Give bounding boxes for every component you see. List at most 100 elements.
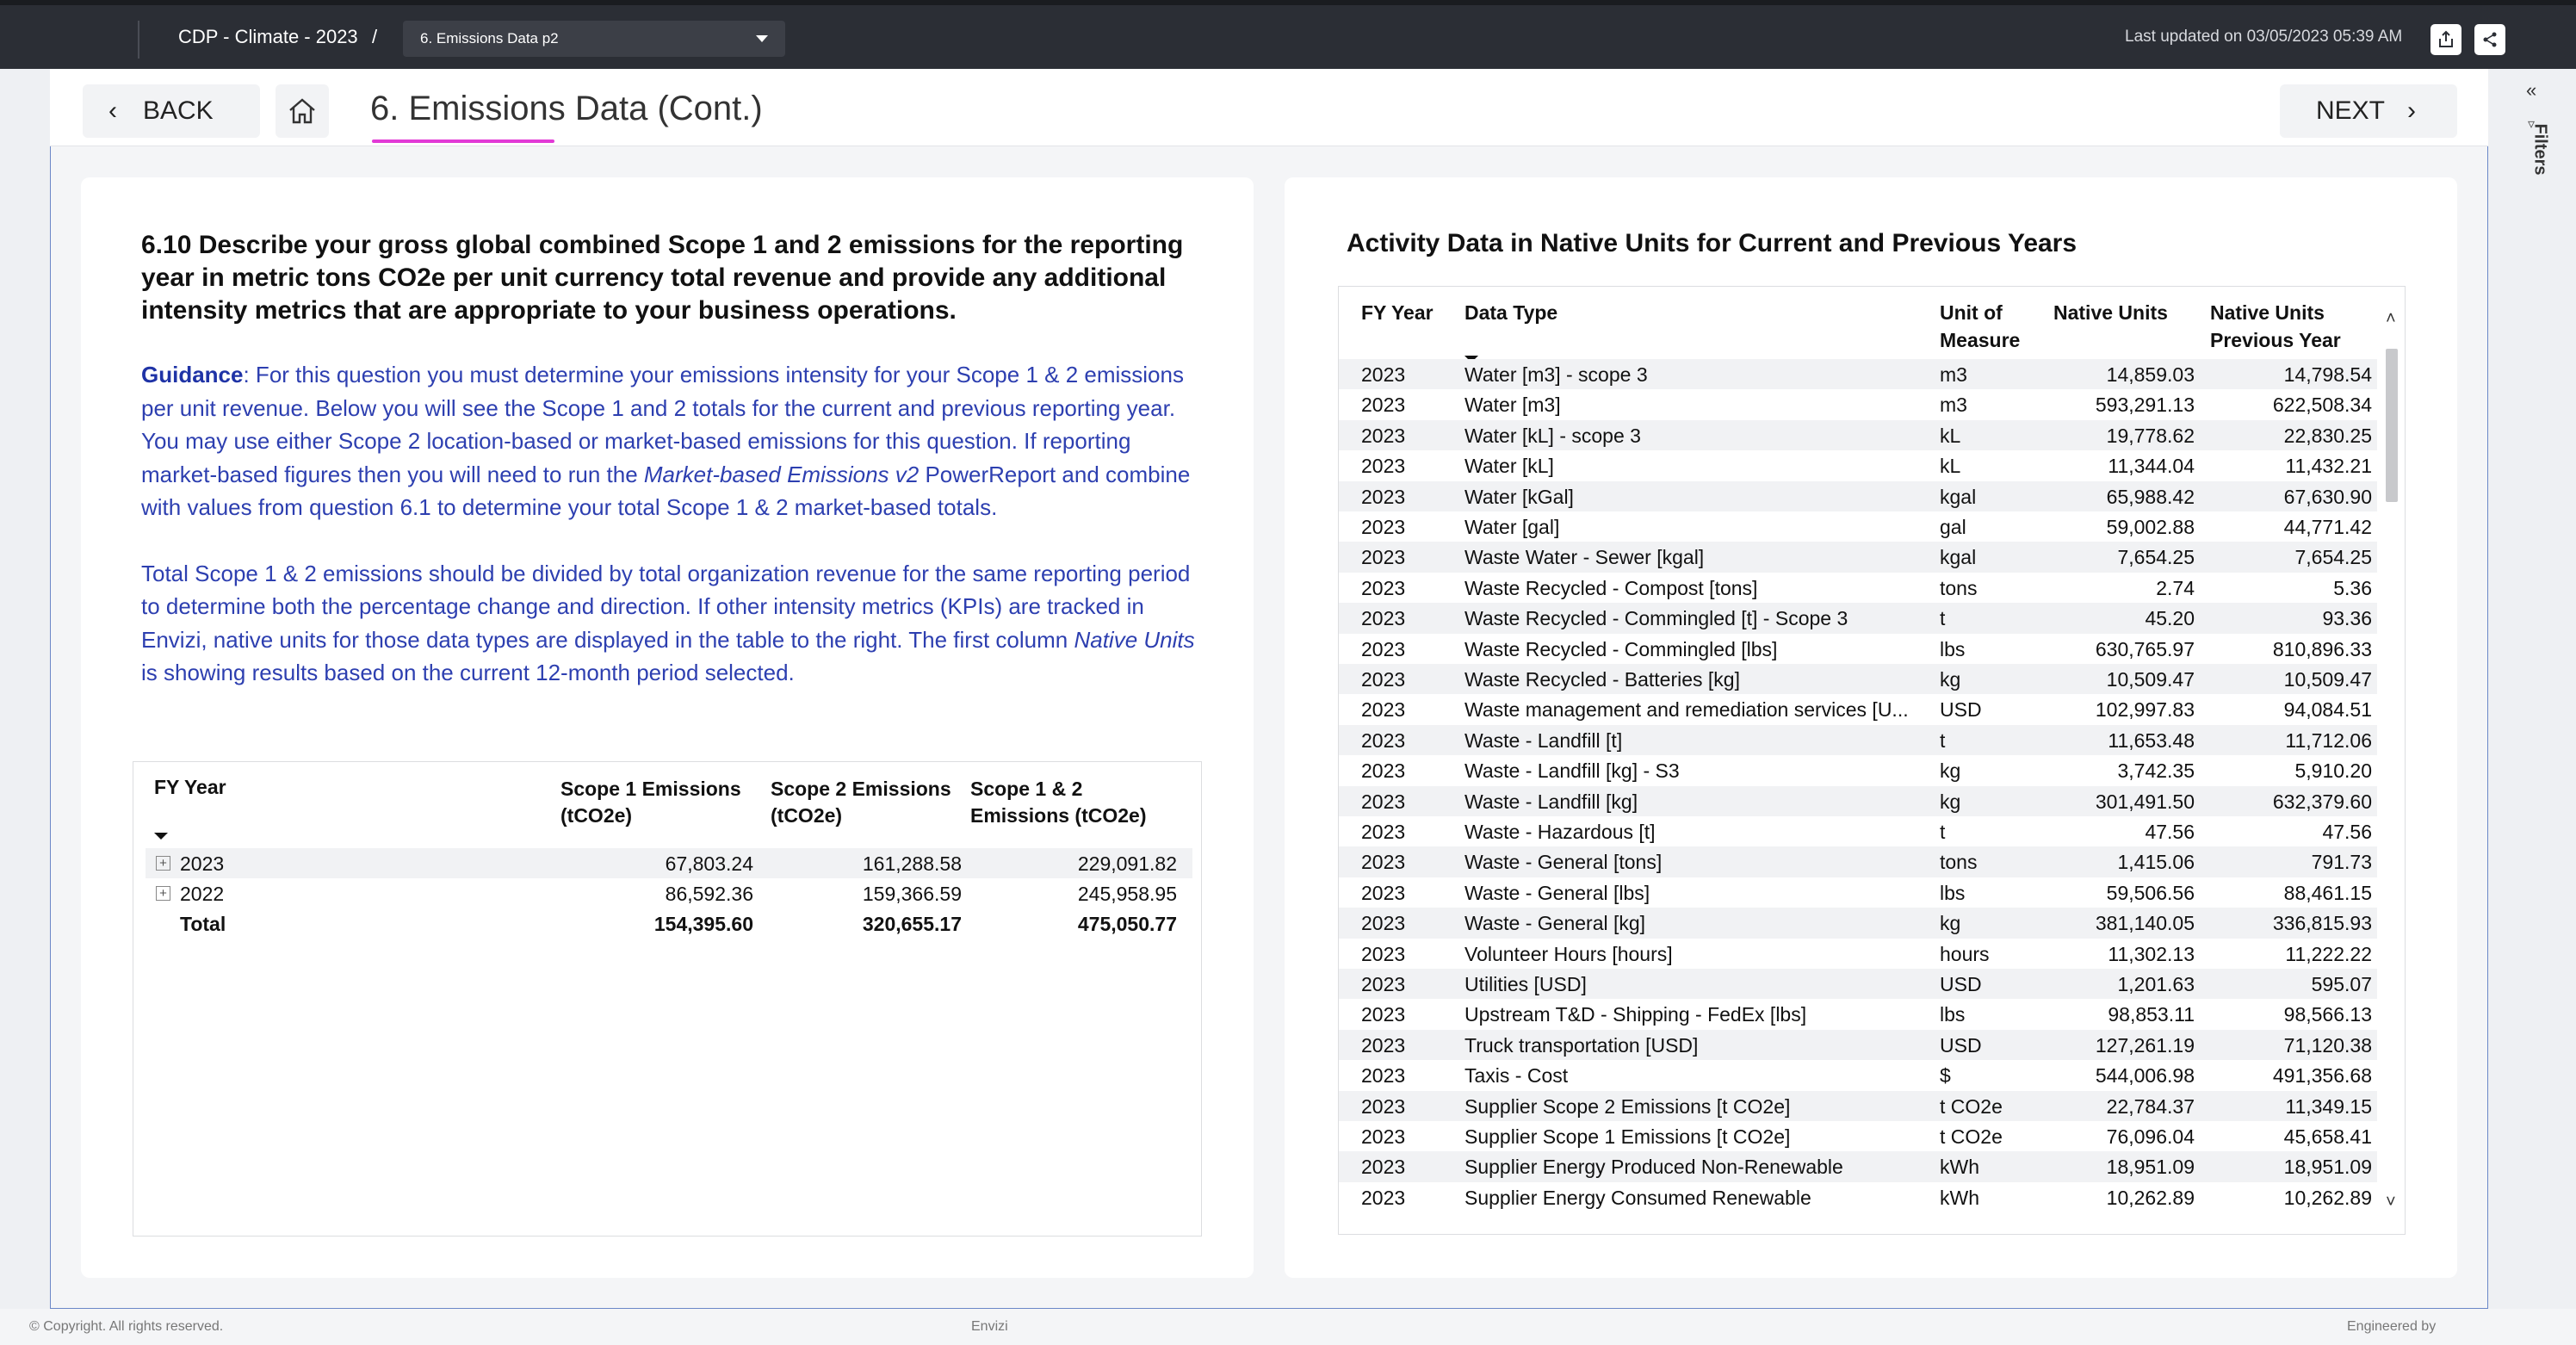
scrollbar-thumb[interactable] — [2386, 349, 2398, 502]
share-button[interactable] — [2474, 24, 2505, 55]
table-row[interactable]: 2023 Waste - General [kg] kg 381,140.05 336,… — [1339, 908, 2377, 939]
cell-native-units: 22,784.37 — [2106, 1094, 2195, 1118]
col-header-data-type[interactable]: Data Type — [1464, 299, 1557, 326]
page-select[interactable]: 6. Emissions Data p2 — [403, 21, 785, 57]
cell-unit: kWh — [1940, 1186, 1979, 1209]
table-row[interactable]: 2023 Water [gal] gal 59,002.88 44,771.42 — [1339, 511, 2377, 542]
copyright-text: © Copyright. All rights reserved. — [29, 1319, 224, 1334]
table-row[interactable]: 2023 Supplier Scope 2 Emissions [t CO2e] t… — [1339, 1090, 2377, 1121]
footer: © Copyright. All rights reserved. Envizi… — [0, 1309, 2576, 1345]
table-row[interactable]: 2023 Waste Recycled - Compost [tons] tons 2… — [1339, 573, 2377, 603]
chevron-up-icon[interactable]: ˄ — [2386, 309, 2396, 329]
table-row[interactable]: 2023 Waste - Landfill [t] t 11,653.48 11,712… — [1339, 724, 2377, 756]
next-button[interactable]: NEXT › — [2280, 84, 2457, 138]
table-row[interactable]: 2023 Waste - General [lbs] lbs 59,506.56 88,… — [1339, 877, 2377, 908]
col-header-fy-year[interactable]: FY Year — [1361, 299, 1434, 326]
table-row[interactable]: + 2022 86,592.36 159,366.59 245,958.95 — [146, 878, 1192, 908]
col-header-native-prev[interactable]: Native Units Previous Year — [2210, 299, 2356, 354]
title-underline — [372, 139, 554, 143]
cell-unit: t — [1940, 607, 1946, 630]
breadcrumb[interactable]: CDP - Climate - 2023 — [178, 26, 358, 48]
table-row[interactable]: 2023 Water [kGal] kgal 65,988.42 67,630.90 — [1339, 480, 2377, 511]
activity-card: Activity Data in Native Units for Curren… — [1285, 177, 2457, 1278]
table-row[interactable]: 2023 Waste - Hazardous [t] t 47.56 47.56 — [1339, 816, 2377, 846]
export-button[interactable] — [2430, 24, 2461, 55]
back-button[interactable]: ‹ BACK — [83, 84, 260, 138]
cell-total-label: Total — [180, 913, 226, 935]
cell-unit: lbs — [1940, 637, 1966, 660]
cell-year: 2023 — [1361, 546, 1406, 569]
expand-icon[interactable]: + — [156, 886, 170, 901]
cell-data-type: Water [kL] — [1464, 455, 1554, 478]
cell-unit: $ — [1940, 1064, 1951, 1088]
cell-native-prev: 18,951.09 — [2283, 1156, 2372, 1179]
table-row[interactable]: 2023 Upstream T&D - Shipping - FedEx [lbs… — [1339, 999, 2377, 1029]
table-row[interactable]: 2023 Truck transportation [USD] USD 127,261… — [1339, 1029, 2377, 1061]
table-row[interactable]: 2023 Supplier Scope 1 Emissions [t CO2e] t… — [1339, 1121, 2377, 1151]
cell-native-units: 14,859.03 — [2106, 363, 2195, 386]
table-row[interactable]: + 2023 67,803.24 161,288.58 229,091.82 — [146, 848, 1192, 878]
cell-data-type: Waste - General [tons] — [1464, 851, 1663, 874]
chevron-down-icon — [756, 35, 768, 42]
cell-data-type: Supplier Energy Consumed Renewable — [1464, 1186, 1811, 1209]
cell-total-scope1: 154,395.60 — [653, 913, 753, 935]
cell-native-units: 301,491.50 — [2095, 790, 2195, 813]
col-header-scope1[interactable]: Scope 1 Emissions (tCO2e) — [560, 776, 759, 829]
col-header-native-units[interactable]: Native Units — [2053, 299, 2168, 326]
table-row[interactable]: 2023 Taxis - Cost $544,006.98 491,356.68 — [1339, 1060, 2377, 1090]
col-header-unit[interactable]: Unit of Measure — [1940, 299, 2043, 354]
table-row[interactable]: 2023 Water [m3] - scope 3 m3 14,859.03 14,79… — [1339, 359, 2377, 390]
question-card: 6.10 Describe your gross global combined… — [81, 177, 1254, 1278]
cell-native-prev: 632,379.60 — [2272, 790, 2372, 813]
table-row[interactable]: 2023 Water [kL] - scope 3 kL 19,778.62 22,83… — [1339, 419, 2377, 451]
col-header-scope12[interactable]: Scope 1 & 2 Emissions (tCO2e) — [970, 776, 1168, 829]
col-header-scope2[interactable]: Scope 2 Emissions (tCO2e) — [771, 776, 960, 829]
cell-data-type: Waste - Landfill [kg] — [1464, 790, 1638, 813]
share-icon — [2483, 32, 2497, 47]
cell-data-type: Waste - Landfill [t] — [1464, 728, 1623, 752]
cell-year: 2023 — [1361, 1186, 1406, 1209]
cell-year: 2023 — [1361, 455, 1406, 478]
cell-year: 2023 — [1361, 790, 1406, 813]
vertical-scrollbar[interactable]: ˄ ˅ — [2377, 287, 2405, 1234]
table-row[interactable]: 2023 Waste - Landfill [kg] - S3 kg 3,742.35… — [1339, 755, 2377, 785]
table-row[interactable]: 2023 Water [m3] m3 593,291.13 622,508.34 — [1339, 389, 2377, 419]
table-row[interactable]: 2023 Volunteer Hours [hours] hours 11,302.1… — [1339, 939, 2377, 969]
table-row[interactable]: 2023 Waste Recycled - Commingled [lbs] lbs… — [1339, 634, 2377, 664]
table-row[interactable]: 2023 Waste Water - Sewer [kgal] kgal 7,654.… — [1339, 542, 2377, 573]
col-header-fy-year[interactable]: FY Year — [154, 774, 226, 801]
guidance-p2: Total Scope 1 & 2 emissions should be di… — [141, 560, 1191, 653]
table-row[interactable]: 2023 Waste Recycled - Batteries [kg] kg 10,… — [1339, 664, 2377, 695]
cell-unit: kWh — [1940, 1156, 1979, 1179]
table-row[interactable]: 2023 Waste Recycled - Commingled [t] - Sc… — [1339, 603, 2377, 634]
cell-data-type: Waste Recycled - Compost [tons] — [1464, 576, 1758, 599]
cell-native-units: 18,951.09 — [2106, 1156, 2195, 1179]
cell-unit: lbs — [1940, 881, 1966, 904]
table-row[interactable]: 2023 Supplier Energy Consumed Renewable kW… — [1339, 1182, 2377, 1212]
table-row[interactable]: 2023 Supplier Energy Produced Non-Renewab… — [1339, 1151, 2377, 1182]
table-row[interactable]: 2023 Waste - General [tons] tons 1,415.06 79… — [1339, 846, 2377, 877]
expand-icon[interactable]: + — [156, 856, 170, 871]
table-row[interactable]: 2023 Waste - Landfill [kg] kg 301,491.50 632… — [1339, 785, 2377, 816]
engineered-by-text: Engineered by — [2347, 1319, 2437, 1334]
cell-native-units: 65,988.42 — [2106, 485, 2195, 508]
cell-native-units: 593,291.13 — [2095, 394, 2195, 417]
cell-native-prev: 336,815.93 — [2272, 912, 2372, 935]
cell-year: 2023 — [1361, 1125, 1406, 1148]
cell-year: 2023 — [1361, 1156, 1406, 1179]
cell-data-type: Water [kL] - scope 3 — [1464, 424, 1641, 447]
filters-pane[interactable]: « ▿ Filters — [2524, 79, 2559, 217]
table-row[interactable]: 2023 Water [kL] kL 11,344.04 11,432.21 — [1339, 450, 2377, 480]
cell-native-prev: 44,771.42 — [2283, 516, 2372, 538]
cell-year: 2023 — [1361, 1033, 1406, 1057]
activity-title: Activity Data in Native Units for Curren… — [1347, 229, 2078, 257]
collapse-left-icon[interactable]: « — [2526, 79, 2536, 102]
cell-native-prev: 491,356.68 — [2272, 1064, 2372, 1088]
table-row[interactable]: 2023 Waste management and remediation ser… — [1339, 694, 2377, 724]
cell-data-type: Supplier Scope 2 Emissions [t CO2e] — [1464, 1094, 1791, 1118]
sort-desc-icon[interactable] — [154, 833, 168, 840]
chevron-down-icon[interactable]: ˅ — [2386, 1193, 2396, 1212]
table-row[interactable]: 2023 Utilities [USD] USD 1,201.63 595.07 — [1339, 969, 2377, 1000]
home-button[interactable] — [276, 84, 329, 138]
filters-label: Filters — [2530, 123, 2550, 176]
